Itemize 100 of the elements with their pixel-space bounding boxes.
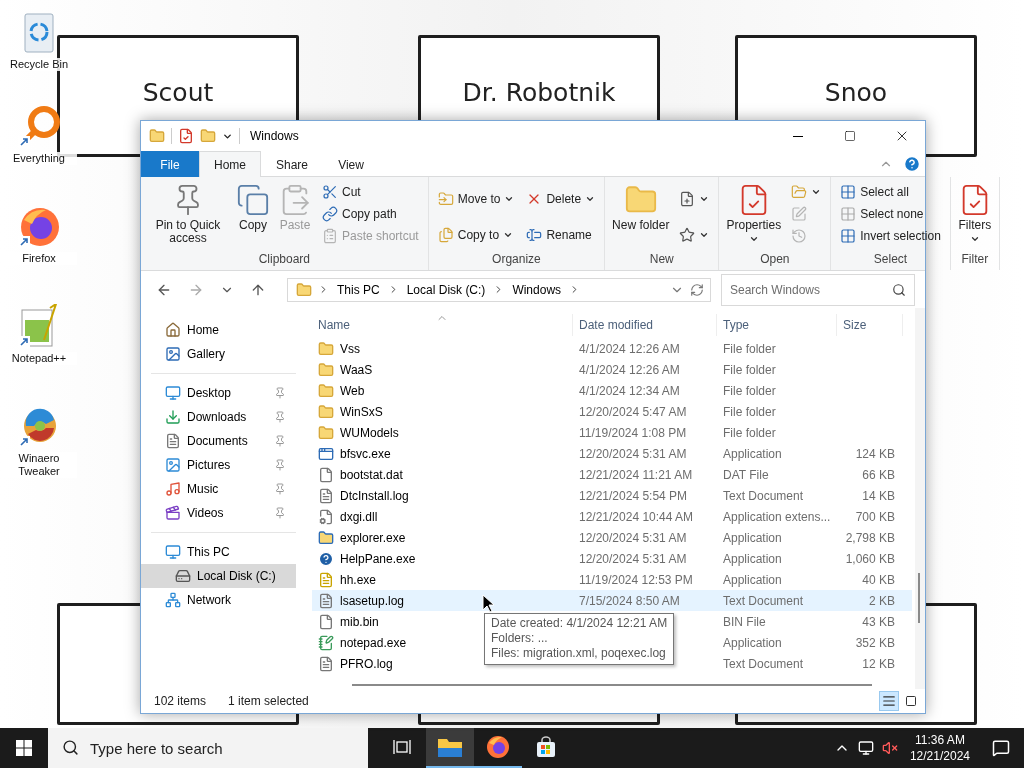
breadcrumb[interactable]: This PC [335,282,382,297]
folder-icon [318,403,334,420]
ribbon-tab[interactable]: View [323,151,380,177]
music-icon [165,481,181,497]
file-name[interactable]: bfsvc.exe [318,445,391,462]
ribbon-tab[interactable]: Home [199,151,261,177]
ribbon-button[interactable]: Properties [723,181,785,252]
folder-icon [437,736,463,758]
file-name[interactable]: explorer.exe [318,529,406,546]
new-item-icon [679,190,696,207]
folder-arrow-icon [437,190,454,207]
ribbon-button[interactable]: Pin to Quick access [145,181,231,252]
nav-item[interactable]: Desktop [141,381,296,405]
group-label: Open [759,252,791,268]
tiles-icon [905,695,917,707]
monitor-icon [165,385,181,401]
column-header[interactable]: Name [312,314,573,336]
file-name[interactable]: hh.exe [318,571,377,588]
history-icon [791,227,808,244]
size-cell-text: 66 KB [861,467,896,482]
item-count: 102 items [154,694,207,708]
path-icon [322,205,338,222]
folder-icon [318,529,334,546]
type-cell-text: Text Document [722,593,805,608]
taskbar-app-button[interactable] [426,728,474,768]
nav-item[interactable]: Home [141,318,296,342]
file-name[interactable]: WUModels [318,424,399,441]
drive-icon [175,568,191,584]
size-cell-text: 352 KB [854,635,896,650]
group-label: New [648,252,675,268]
address-bar[interactable]: This PC Local Disk (C:) Windows [287,277,711,302]
column-header[interactable]: Date modified [573,314,717,336]
group-label: Select [872,252,909,268]
taskbar-search-field[interactable]: Type here to search [48,728,368,768]
scrollbar-thumb[interactable] [918,573,920,623]
date-cell-text: 12/20/2024 5:31 AM [578,530,688,545]
nav-item[interactable]: Pictures [141,453,296,477]
ribbon-button[interactable]: Filters [954,181,995,252]
file-name[interactable]: WinSxS [318,403,383,420]
ribbon-button[interactable]: Copy path [320,203,421,224]
ribbon-button[interactable]: Copy [233,181,273,252]
file-name[interactable]: HelpPane.exe [318,550,416,567]
nav-item[interactable]: Gallery [141,342,296,366]
file-row[interactable]: lsasetup.log 7/15/2024 8:50 AM Text Document 2 KB [312,590,912,611]
task-view-icon [393,739,411,755]
file-name[interactable]: DtcInstall.log [318,487,409,504]
ribbon-button[interactable]: Cut [320,181,421,202]
ribbon-button[interactable]: Delete [524,188,598,209]
wallpaper-label: Scout [142,77,214,107]
gear-file-icon [318,508,334,525]
details-view-button[interactable] [879,691,899,711]
maximize-icon [844,130,856,142]
nav-item[interactable]: Downloads [141,405,296,429]
group-label: Clipboard [257,252,312,268]
ribbon-button[interactable]: Rename [524,224,598,245]
file-name[interactable]: Vss [318,340,360,357]
column-header[interactable]: Size [837,314,903,336]
file-name[interactable]: lsasetup.log [318,592,405,609]
file-name[interactable]: dxgi.dll [318,508,378,525]
folder-icon [318,340,334,357]
document-icon [318,592,334,609]
nav-item[interactable]: Network [141,588,296,612]
properties-icon[interactable] [178,128,194,144]
type-cell-text: Application [722,446,783,461]
refresh-icon[interactable] [690,282,704,297]
help-icon[interactable] [903,154,921,173]
type-cell-text: Application extens... [722,509,832,524]
date-cell-text: 4/1/2024 12:26 AM [578,341,681,356]
clock[interactable]: 11:36 AM 12/21/2024 [901,732,978,764]
nav-item[interactable]: Documents [141,429,296,453]
shortcut-icon [322,227,338,244]
ribbon-button[interactable]: Select none [838,203,943,224]
nav-item[interactable]: This PC [141,540,296,564]
nav-item[interactable]: Local Disk (C:) [141,564,296,588]
ribbon-button[interactable]: Select all [838,181,943,202]
folder-icon [318,424,334,441]
ribbon-button[interactable]: Move to [435,188,517,209]
nav-item[interactable]: Music [141,477,296,501]
tooltip-line: Files: migration.xml, poqexec.log [491,646,667,661]
ribbon-button[interactable]: Copy to [435,224,517,245]
nav-item[interactable]: Videos [141,501,296,525]
file-name[interactable]: bootstat.dat [318,466,403,483]
file-name[interactable]: WaaS [318,361,373,378]
file-name[interactable]: mib.bin [318,613,379,630]
file-name[interactable]: notepad.exe [318,634,407,651]
date-cell-text: 12/21/2024 5:54 PM [578,488,689,503]
column-header[interactable]: Type [717,314,837,336]
ribbon-tab[interactable]: Share [261,151,324,177]
message-icon [992,739,1010,757]
breadcrumb[interactable]: Local Disk (C:) [404,282,488,297]
file-name[interactable]: PFRO.log [318,655,393,672]
date-cell-text: 4/1/2024 12:34 AM [578,383,681,398]
minimize-icon [793,135,803,137]
breadcrumb[interactable]: Windows [510,282,564,297]
date-cell-text: 12/20/2024 5:31 AM [578,551,688,566]
ribbon-tab[interactable]: File [141,151,199,177]
ribbon-button[interactable]: New folder [609,181,673,252]
file-name[interactable]: Web [318,382,365,399]
download-icon [165,409,181,425]
search-field[interactable]: Search Windows [721,273,915,306]
